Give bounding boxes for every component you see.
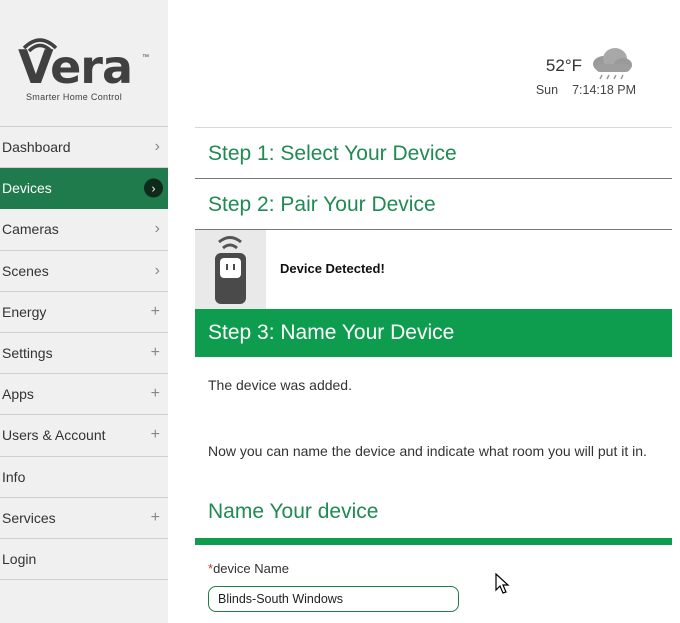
- smart-plug-icon: [215, 236, 246, 304]
- step-3-title: Step 3: Name Your Device: [208, 321, 455, 344]
- sidebar-item-login[interactable]: Login: [0, 539, 168, 581]
- plus-icon: +: [150, 302, 160, 320]
- sidebar-item-cameras[interactable]: Cameras ›: [0, 209, 168, 251]
- sidebar-item-label: Services: [2, 509, 56, 526]
- name-device-heading: Name Your device: [208, 500, 379, 523]
- device-name-label: *device Name: [208, 561, 289, 576]
- sidebar-item-label: Dashboard: [2, 139, 71, 156]
- sidebar-item-dashboard[interactable]: Dashboard ›: [0, 127, 168, 169]
- sidebar-item-users-account[interactable]: Users & Account +: [0, 415, 168, 457]
- plus-icon: +: [150, 385, 160, 403]
- device-name-input[interactable]: [208, 586, 459, 612]
- smart-plug-icon-box: [195, 230, 266, 309]
- sidebar-item-label: Scenes: [2, 262, 49, 279]
- device-detected-label: Device Detected!: [280, 261, 385, 276]
- temperature-readout: 52°F: [545, 56, 582, 75]
- logo-tagline: Smarter Home Control: [26, 92, 123, 102]
- step-1-header[interactable]: Step 1: Select Your Device: [195, 129, 672, 179]
- chevron-right-icon: ›: [154, 138, 160, 156]
- naming-instruction: Now you can name the device and indicate…: [208, 443, 647, 459]
- step-3-header[interactable]: Step 3: Name Your Device: [195, 309, 672, 357]
- sidebar-item-scenes[interactable]: Scenes ›: [0, 251, 168, 292]
- sidebar-item-energy[interactable]: Energy +: [0, 292, 168, 333]
- sidebar-item-label: Login: [2, 550, 37, 567]
- plus-icon: +: [150, 426, 160, 444]
- section-accent-bar: [195, 538, 672, 545]
- trademark-mark: ™: [142, 54, 149, 61]
- day-label: Sun: [535, 83, 559, 97]
- chevron-right-icon: ›: [154, 261, 160, 279]
- sidebar-item-label: Apps: [2, 386, 34, 403]
- plus-icon: +: [150, 508, 160, 526]
- sidebar-item-devices[interactable]: Devices ›: [0, 168, 168, 210]
- sidebar-item-label: Settings: [2, 345, 53, 362]
- chevron-right-icon: ›: [144, 178, 163, 198]
- logo-wordmark: Vera: [18, 40, 133, 94]
- device-added-message: The device was added.: [208, 377, 352, 393]
- step-2-header[interactable]: Step 2: Pair Your Device: [195, 180, 672, 230]
- sidebar-item-services[interactable]: Services +: [0, 498, 168, 539]
- sidebar-item-label: Users & Account: [2, 427, 106, 444]
- rain-cloud-icon: [593, 48, 632, 80]
- device-detected-panel: Device Detected!: [195, 230, 672, 309]
- chevron-right-icon: ›: [154, 220, 160, 238]
- weather-widget: 52°F Sun 7:14:18 PM: [486, 48, 636, 102]
- sidebar-item-label: Cameras: [2, 221, 59, 238]
- time-label: 7:14:18 PM: [572, 83, 636, 97]
- sidebar-item-settings[interactable]: Settings +: [0, 333, 168, 375]
- date-time: Sun 7:14:18 PM: [536, 83, 636, 97]
- step-2-title: Step 2: Pair Your Device: [208, 192, 436, 216]
- step-1-title: Step 1: Select Your Device: [208, 141, 457, 165]
- content-divider: [195, 127, 672, 128]
- sidebar-item-label: Info: [2, 468, 26, 485]
- sidebar-item-label: Energy: [2, 303, 47, 320]
- sidebar-item-label: Devices: [2, 180, 52, 197]
- sidebar-item-apps[interactable]: Apps +: [0, 374, 168, 416]
- device-name-label-text: device Name: [213, 561, 289, 576]
- plus-icon: +: [150, 344, 160, 362]
- sidebar-nav: Dashboard › Devices › Cameras › Scenes ›…: [0, 126, 168, 581]
- sidebar: Vera ™ Smarter Home Control Dashboard › …: [0, 0, 168, 623]
- vera-logo[interactable]: Vera ™ Smarter Home Control: [18, 38, 158, 108]
- mouse-pointer-icon: [495, 573, 510, 594]
- sidebar-item-info[interactable]: Info: [0, 457, 168, 498]
